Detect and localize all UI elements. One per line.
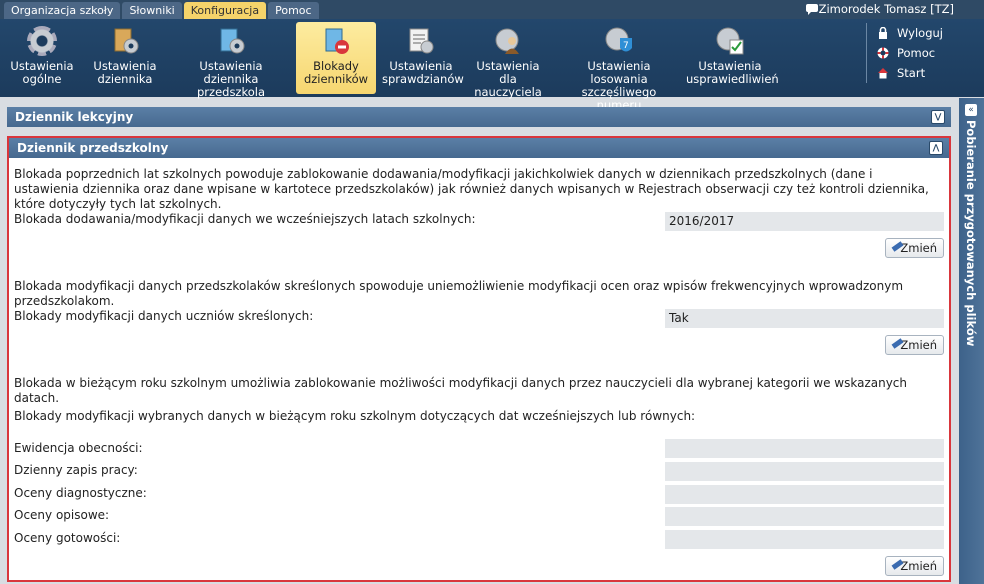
account-links: Wyloguj Pomoc Start — [866, 23, 977, 83]
panel-title: Dziennik lekcyjny — [15, 110, 134, 124]
help-link[interactable]: Pomoc — [877, 43, 977, 63]
change-years-button[interactable]: Zmień — [885, 238, 944, 258]
button-label: Zmień — [900, 559, 937, 573]
category-label: Oceny diagnostyczne: — [14, 486, 147, 500]
ribbon-label: sprawdzianów — [382, 72, 464, 86]
category-field — [665, 485, 944, 504]
gear-icon — [27, 26, 57, 56]
ribbon-label: Blokady — [313, 59, 359, 73]
intro-text: Blokada poprzednich lat szkolnych powodu… — [14, 167, 929, 211]
category-field — [665, 439, 944, 458]
category-field — [665, 507, 944, 526]
message-icon[interactable] — [806, 4, 818, 15]
preschool-journal-gear-icon — [220, 28, 245, 54]
teacher-gear-icon — [495, 28, 519, 54]
lucky-number-icon: 7 — [605, 27, 632, 52]
journal-lock-icon — [325, 28, 349, 54]
panel-dziennik-lekcyjny[interactable]: Dziennik lekcyjny ⋁ — [7, 107, 951, 127]
change-current-button[interactable]: Zmień — [885, 556, 944, 576]
logout-link[interactable]: Wyloguj — [877, 23, 977, 43]
ribbon-ustawienia-sprawdzianow[interactable]: Ustawienia sprawdzianów — [382, 22, 464, 94]
change-struck-button[interactable]: Zmień — [885, 335, 944, 355]
svg-text:7: 7 — [623, 41, 629, 51]
top-menu-bar: Organizacja szkoły Słowniki Konfiguracja… — [0, 0, 984, 19]
category-label: Dzienny zapis pracy: — [14, 463, 138, 477]
panel-header[interactable]: Dziennik przedszkolny ⋀ — [9, 138, 949, 158]
struck-field: Tak — [665, 309, 944, 328]
user-name: Zimorodek Tomasz [TZ] — [818, 2, 954, 16]
ribbon-label: Ustawienia losowania — [587, 59, 651, 86]
help-label: Pomoc — [897, 46, 936, 60]
lifebuoy-icon — [877, 47, 889, 59]
tab-slowniki[interactable]: Słowniki — [122, 2, 182, 19]
tab-pomoc[interactable]: Pomoc — [268, 2, 319, 19]
ribbon-label: dziennika — [97, 72, 153, 86]
category-label: Oceny gotowości: — [14, 531, 121, 545]
years-field: 2016/2017 — [665, 212, 944, 231]
side-panel-title: Pobieranie przygotowanych plików — [964, 120, 978, 347]
current-description: Blokada w bieżącym roku szkolnym umożliw… — [14, 376, 908, 405]
category-field — [665, 530, 944, 549]
side-panel-files[interactable]: « Pobieranie przygotowanych plików — [959, 98, 984, 584]
ribbon-ustawienia-dla-nauczyciela[interactable]: Ustawienia dla nauczyciela — [466, 22, 550, 99]
ribbon-ustawienia-losowania[interactable]: 7 Ustawienia losowania szczęśliwego nume… — [560, 22, 678, 112]
ribbon-label: Ustawienia dla — [476, 59, 540, 86]
tab-organizacja-szkoly[interactable]: Organizacja szkoły — [4, 2, 121, 19]
ribbon-ustawienia-dziennika-przedszkola[interactable]: Ustawienia dziennika przedszkola — [172, 22, 290, 99]
ribbon-label: Ustawienia — [698, 59, 762, 73]
years-label: Blokada dodawania/modyfikacji danych we … — [14, 212, 476, 226]
ribbon-label: usprawiedliwień — [686, 72, 779, 86]
ribbon-label: Ustawienia — [93, 59, 157, 73]
ribbon-ustawienia-ogolne[interactable]: Ustawienia ogólne — [6, 22, 78, 94]
button-label: Zmień — [900, 241, 937, 255]
ribbon-blokady-dziennikow[interactable]: Blokady dzienników — [296, 22, 376, 94]
category-label: Ewidencja obecności: — [14, 441, 143, 455]
home-icon — [878, 68, 888, 79]
lock-icon — [879, 27, 887, 39]
start-label: Start — [897, 66, 926, 80]
struck-label: Blokady modyfikacji danych uczniów skreś… — [14, 309, 314, 323]
ribbon-label: dzienników — [303, 72, 369, 86]
ribbon-label: Ustawienia — [389, 59, 453, 73]
panel-dziennik-przedszkolny: Dziennik przedszkolny ⋀ Blokada poprzedn… — [7, 136, 951, 582]
collapse-icon[interactable]: ⋀ — [929, 141, 943, 155]
excuse-gear-icon — [716, 27, 744, 55]
menu-tabs: Organizacja szkoły Słowniki Konfiguracja… — [4, 2, 319, 19]
current-label: Blokady modyfikacji wybranych danych w b… — [14, 409, 696, 423]
test-gear-icon — [409, 28, 434, 54]
ribbon-label: Ustawienia — [10, 59, 74, 73]
logout-label: Wyloguj — [897, 26, 943, 40]
ribbon-ustawienia-dziennika[interactable]: Ustawienia dziennika — [90, 22, 160, 94]
category-label: Oceny opisowe: — [14, 508, 110, 522]
start-link[interactable]: Start — [877, 63, 977, 83]
ribbon-ustawienia-usprawiedliwien[interactable]: Ustawienia usprawiedliwień — [686, 22, 779, 94]
panel-title: Dziennik przedszkolny — [17, 141, 169, 155]
ribbon-label: nauczyciela — [474, 85, 542, 99]
ribbon-label: Ustawienia dziennika — [199, 59, 263, 86]
ribbon-label: ogólne — [22, 72, 62, 86]
button-label: Zmień — [900, 338, 937, 352]
expand-left-icon[interactable]: « — [965, 104, 977, 116]
struck-description: Blokada modyfikacji danych przedszkolakó… — [14, 279, 904, 308]
category-field — [665, 462, 944, 481]
expand-icon[interactable]: ⋁ — [931, 110, 945, 124]
ribbon-toolbar: Ustawienia ogólne Ustawienia dziennika U… — [0, 19, 984, 112]
journal-gear-icon — [114, 28, 139, 54]
tab-konfiguracja[interactable]: Konfiguracja — [183, 2, 267, 19]
ribbon-label: przedszkola — [197, 85, 265, 99]
